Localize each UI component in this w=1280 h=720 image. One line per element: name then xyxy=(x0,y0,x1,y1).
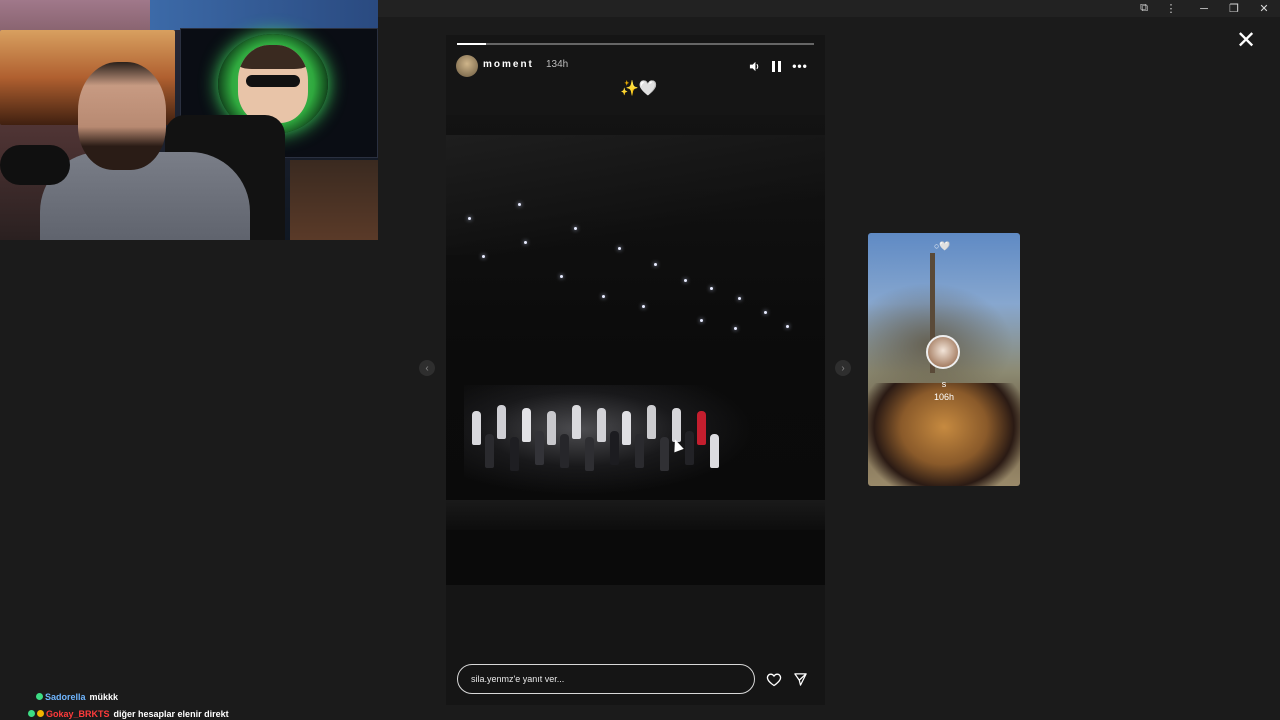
window-close-button[interactable]: ✕ xyxy=(1250,0,1278,17)
chat-username: Sadorella xyxy=(45,691,86,702)
stage-light xyxy=(574,227,577,230)
story-age: 134h xyxy=(546,59,569,70)
puzzle-icon[interactable]: ⧉ xyxy=(1130,0,1158,17)
performer xyxy=(484,434,494,468)
heart-icon[interactable] xyxy=(764,669,784,689)
send-icon[interactable] xyxy=(790,669,810,689)
story-progress-bar xyxy=(457,43,814,45)
stage-light xyxy=(642,305,645,308)
performer xyxy=(522,408,531,442)
stage-light xyxy=(602,295,605,298)
story-photo xyxy=(446,115,825,585)
concert-ceiling xyxy=(446,135,825,255)
stage-light xyxy=(786,325,789,328)
performer xyxy=(709,434,719,468)
streamer xyxy=(40,62,250,240)
performer xyxy=(622,411,631,445)
chat-sub-badge-icon xyxy=(37,710,44,717)
performer xyxy=(497,405,506,439)
stage-light xyxy=(654,263,657,266)
chat-badge-icon xyxy=(36,693,43,700)
reply-input[interactable]: sila.yenmz'e yanıt ver... xyxy=(457,664,755,694)
restore-button[interactable]: ❐ xyxy=(1220,0,1248,17)
minimize-button[interactable]: ─ xyxy=(1190,0,1218,17)
stage-light xyxy=(518,203,521,206)
preview-avatar xyxy=(926,335,960,369)
speaker-icon[interactable] xyxy=(744,55,764,77)
performer xyxy=(584,437,594,471)
stage-light xyxy=(700,319,703,322)
performer xyxy=(697,411,706,445)
performer xyxy=(684,431,694,465)
preview-tree xyxy=(868,278,1020,388)
performer xyxy=(509,437,519,471)
next-story-preview[interactable]: ○🤍 s 106h xyxy=(868,233,1020,486)
stage-light xyxy=(764,311,767,314)
story-sticker: ✨🤍 xyxy=(620,80,658,97)
kebab-icon[interactable]: ⋮ xyxy=(1157,0,1185,17)
chat-badge-icon xyxy=(28,710,35,717)
next-story-button[interactable]: › xyxy=(835,360,851,376)
stage-light xyxy=(734,327,737,330)
performer xyxy=(534,431,544,465)
chat-username: Gokay_BRKTS xyxy=(46,708,110,719)
performer xyxy=(559,434,569,468)
previous-story-button[interactable]: ‹ xyxy=(419,360,435,376)
stream-chat: Sadorella mükkk Gokay_BRKTS diğer hesapl… xyxy=(28,688,336,720)
stage-floor xyxy=(446,500,825,530)
preview-sticker: ○🤍 xyxy=(934,241,951,251)
stage-light xyxy=(738,297,741,300)
webcam-overlay xyxy=(0,0,378,240)
chat-message: Gokay_BRKTS diğer hesaplar elenir direkt xyxy=(28,705,336,720)
stage-light xyxy=(482,255,485,258)
chat-message: Sadorella mükkk xyxy=(36,688,336,705)
close-icon[interactable]: ✕ xyxy=(1235,29,1257,53)
story-viewer[interactable]: moment 134h ••• ✨🤍 sila.yenmz'e yanıt ve… xyxy=(446,35,825,705)
more-icon[interactable]: ••• xyxy=(790,55,810,77)
pause-icon[interactable] xyxy=(766,55,786,77)
stage-light xyxy=(684,279,687,282)
performer xyxy=(472,411,481,445)
stage-light xyxy=(710,287,713,290)
stage-light xyxy=(468,217,471,220)
webcam-desk xyxy=(290,160,378,240)
performer xyxy=(659,437,669,471)
chat-text: diğer hesaplar elenir direkt xyxy=(113,708,229,719)
performer xyxy=(572,405,581,439)
preview-age: 106h xyxy=(933,392,955,402)
performer xyxy=(547,411,556,445)
story-username[interactable]: moment xyxy=(483,59,534,70)
story-avatar[interactable] xyxy=(456,55,478,77)
stage-light xyxy=(524,241,527,244)
stage-light xyxy=(560,275,563,278)
performer xyxy=(609,431,619,465)
streamer-head xyxy=(78,62,166,170)
microphone xyxy=(0,145,70,185)
chat-text: mükkk xyxy=(89,691,119,702)
screen: ⧉ ⋮ ─ ❐ ✕ moment 134h ••• ✨🤍 sila.yenmz'… xyxy=(0,0,1280,720)
story-header: moment 134h ••• xyxy=(456,55,816,77)
performer xyxy=(634,434,644,468)
preview-username: s xyxy=(941,379,947,389)
webcam-light xyxy=(150,0,378,30)
performer xyxy=(597,408,606,442)
story-progress-fill xyxy=(457,43,486,45)
stage-light xyxy=(618,247,621,250)
performer xyxy=(647,405,656,439)
